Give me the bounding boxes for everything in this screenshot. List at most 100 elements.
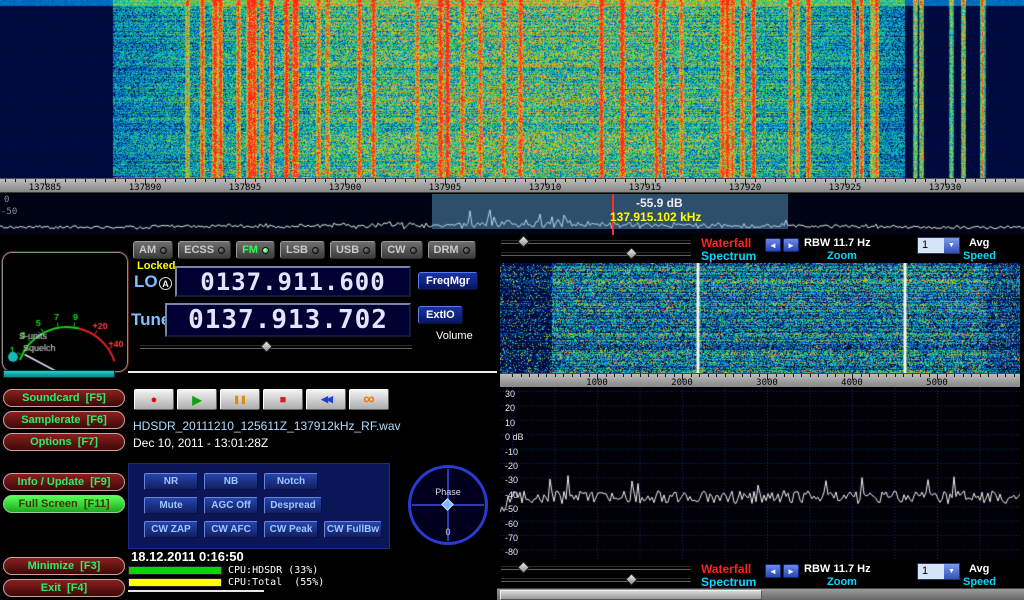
avg-select[interactable]: 1▼ — [917, 237, 960, 254]
slider-thumb[interactable] — [517, 561, 530, 574]
scale-tick — [784, 374, 785, 377]
spin-right-icon[interactable]: ► — [783, 564, 799, 578]
menu-button-samplerate[interactable]: Samplerate [F6] — [3, 411, 125, 429]
menu-button-minimize[interactable]: Minimize [F3] — [3, 557, 125, 575]
mode-button-usb[interactable]: USB — [330, 241, 376, 259]
phase-scope-label: Phase — [404, 487, 492, 497]
main-waterfall-display[interactable] — [0, 0, 1024, 178]
scale-tick — [793, 374, 794, 377]
volume-slider-thumb[interactable] — [260, 340, 273, 353]
overview-axis-label: -50 — [1, 207, 17, 217]
frequency-scale[interactable]: 1378851378901378951379001379051379101379… — [0, 178, 1024, 193]
slider-thumb[interactable] — [517, 235, 530, 248]
scale-tick — [575, 179, 576, 182]
scale-tick — [135, 179, 136, 182]
lo-sync-badge[interactable]: A — [159, 277, 172, 290]
audio-spectrum-display[interactable] — [500, 387, 1020, 561]
dsp-button-cw-fullbw[interactable]: CW FullBw — [324, 521, 382, 538]
scale-tick — [375, 179, 376, 182]
avg-value: 1 — [918, 564, 944, 579]
tune-frequency-display[interactable]: 0137.913.702 — [165, 303, 411, 337]
spin-left-icon[interactable]: ◄ — [765, 564, 781, 578]
mode-button-fm[interactable]: FM — [236, 241, 275, 259]
mode-button-drm[interactable]: DRM — [428, 241, 476, 259]
volume-slider[interactable] — [140, 342, 412, 352]
freq-scale-label: 137915 — [629, 183, 662, 193]
dsp-button-cw-zap[interactable]: CW ZAP — [144, 521, 198, 538]
scale-tick — [835, 179, 836, 182]
transport-loop-button[interactable]: ∞ — [349, 389, 389, 410]
spin-right-icon[interactable]: ► — [783, 238, 799, 252]
mode-button-am[interactable]: AM — [133, 241, 173, 259]
display-slider-upper[interactable] — [501, 237, 691, 247]
menu-button-full-screen[interactable]: Full Screen [F11] — [3, 495, 125, 513]
dsp-button-agc-off[interactable]: AGC Off — [204, 497, 258, 514]
transport-stop-button[interactable]: ■ — [263, 389, 303, 410]
scale-tick — [1005, 374, 1006, 377]
zoom-label: Zoom — [827, 576, 857, 588]
scale-tick — [335, 179, 336, 182]
scale-tick — [975, 179, 976, 182]
scale-tick — [275, 179, 276, 182]
mode-label: ECSS — [184, 244, 214, 256]
scale-tick — [810, 374, 811, 377]
menu-button-info-update[interactable]: Info / Update [F9] — [3, 473, 125, 491]
menu-button-soundcard[interactable]: Soundcard [F5] — [3, 389, 125, 407]
scale-tick — [505, 179, 506, 182]
rewind-icon: ◀◀ — [321, 394, 331, 405]
avg-select[interactable]: 1▼ — [917, 563, 960, 580]
display-slider-lower[interactable] — [501, 249, 691, 259]
scale-tick — [580, 374, 581, 377]
display-slider-upper[interactable] — [501, 563, 691, 573]
transport-rewind-button[interactable]: ◀◀ — [306, 389, 346, 410]
audio-waterfall-display[interactable] — [500, 263, 1020, 373]
horizontal-scrollbar[interactable] — [497, 588, 1024, 600]
spectrum-label[interactable]: Spectrum — [701, 575, 756, 589]
lo-frequency-display[interactable]: 0137.911.600 — [175, 266, 411, 297]
dsp-button-cw-peak[interactable]: CW Peak — [264, 521, 318, 538]
transport-play-button[interactable]: ▶ — [177, 389, 217, 410]
dsp-button-cw-afc[interactable]: CW AFC — [204, 521, 258, 538]
spin-left-icon[interactable]: ◄ — [765, 238, 781, 252]
dsp-button-notch[interactable]: Notch — [264, 473, 318, 490]
dsp-button-nr[interactable]: NR — [144, 473, 198, 490]
scale-tick — [980, 374, 981, 377]
waterfall-label[interactable]: Waterfall — [701, 562, 751, 576]
dsp-button-despread[interactable]: Despread — [264, 497, 322, 514]
avg-label: Avg — [969, 237, 989, 249]
slider-thumb[interactable] — [625, 247, 638, 260]
scrollbar-thumb[interactable] — [500, 590, 762, 600]
transport-record-button[interactable]: ● — [134, 389, 174, 410]
dropdown-arrow-icon[interactable]: ▼ — [944, 238, 959, 253]
extio-button[interactable]: ExtIO — [418, 306, 463, 324]
mode-led-icon — [363, 247, 370, 254]
freq-scale-label: 137895 — [229, 183, 262, 193]
scale-tick — [546, 374, 547, 377]
spectrum-label[interactable]: Spectrum — [701, 249, 756, 263]
overview-spectrum[interactable]: 0 -50 -55.9 dB 137.915.102 kHz — [0, 194, 1024, 235]
scale-tick — [475, 179, 476, 182]
waterfall-label[interactable]: Waterfall — [701, 236, 751, 250]
slider-thumb[interactable] — [625, 573, 638, 586]
scale-tick — [805, 179, 806, 182]
mode-button-cw[interactable]: CW — [381, 241, 422, 259]
audio-scale-label: 4000 — [841, 378, 863, 387]
dropdown-arrow-icon[interactable]: ▼ — [944, 564, 959, 579]
menu-button-exit[interactable]: Exit [F4] — [3, 579, 125, 597]
scale-tick — [415, 179, 416, 182]
audio-frequency-scale[interactable]: 10002000300040005000 — [500, 373, 1020, 387]
transport-pause-button[interactable]: ❚❚ — [220, 389, 260, 410]
display-slider-lower[interactable] — [501, 575, 691, 585]
scale-tick — [920, 374, 921, 377]
menu-button-options[interactable]: Options [F7] — [3, 433, 125, 451]
scale-tick — [674, 374, 675, 377]
display-controls-bottom: WaterfallSpectrum◄►RBW 11.7 HzZoom1▼AvgS… — [497, 562, 1024, 588]
dsp-button-nb[interactable]: NB — [204, 473, 258, 490]
mode-button-lsb[interactable]: LSB — [280, 241, 325, 259]
mode-button-ecss[interactable]: ECSS — [178, 241, 231, 259]
scale-tick — [115, 179, 116, 182]
dsp-button-mute[interactable]: Mute — [144, 497, 198, 514]
freqmgr-button[interactable]: FreqMgr — [418, 272, 478, 290]
scale-tick — [325, 179, 326, 182]
squelch-level-bar[interactable] — [3, 370, 115, 378]
